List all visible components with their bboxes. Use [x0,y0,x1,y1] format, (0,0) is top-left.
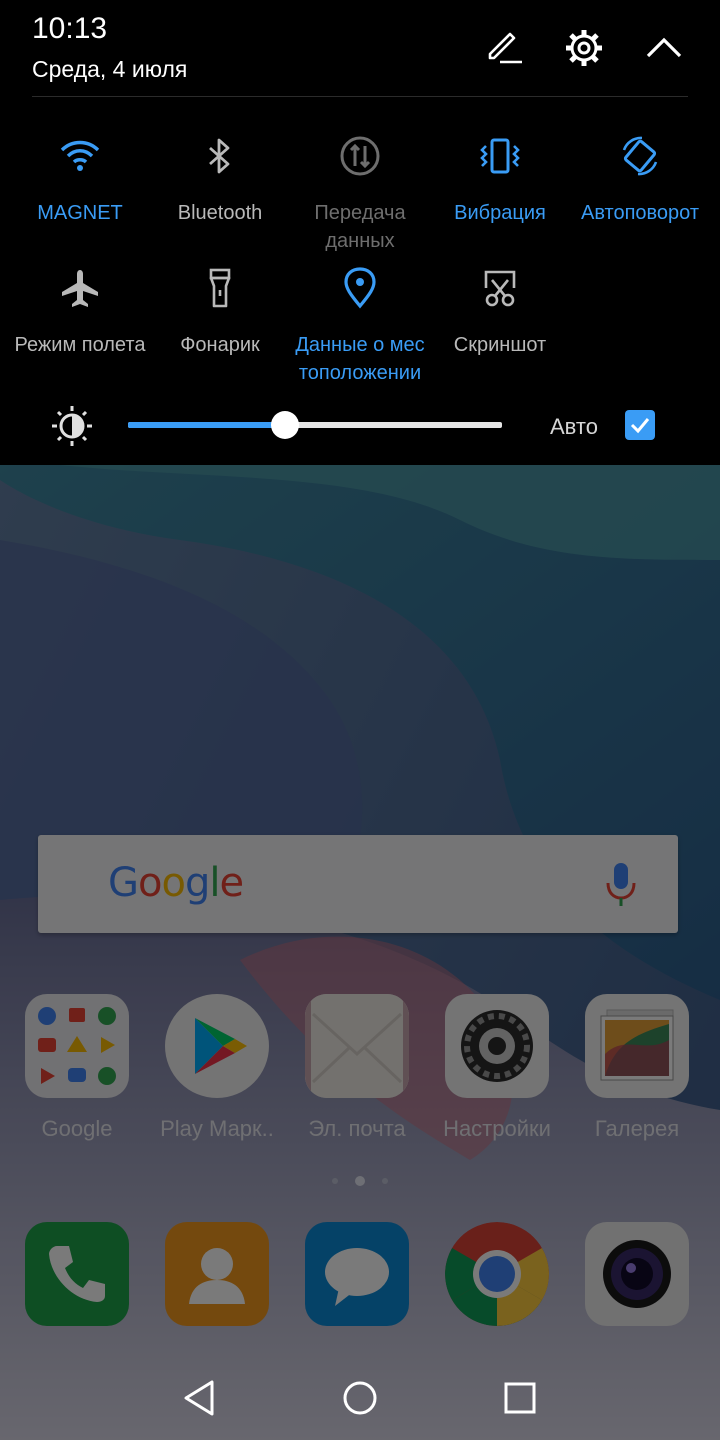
camera-icon [585,1222,689,1326]
chrome-icon [445,1222,549,1326]
navigation-bar [0,1358,720,1440]
messages-icon [305,1222,409,1326]
phone-icon [25,1222,129,1326]
tile-label: Фонарик [180,334,260,356]
airplane-icon [62,270,98,307]
quick-settings-panel: 10:13 Среда, 4 июля MAGNET Bluetooth Пер… [0,0,720,465]
tile-vibration[interactable]: Вибрация [430,134,570,227]
app-label: Эл. почта [308,1116,406,1141]
gallery-icon [585,994,689,1098]
page-indicator [330,1176,390,1186]
clock: 10:13 [32,12,108,45]
dock-contacts[interactable] [147,1222,287,1326]
dock-chrome[interactable] [427,1222,567,1326]
brightness-icon [52,406,92,446]
app-label: Google [41,1116,113,1141]
app-label: Play Марк.. [160,1116,274,1141]
flashlight-icon [209,268,231,308]
home-icon[interactable] [340,1378,380,1418]
tile-airplane[interactable]: Режим полета [10,266,150,359]
header-divider [32,96,688,97]
tile-location[interactable]: Данные о мес тоположении [290,266,430,387]
page-dot-active [355,1176,365,1186]
settings-icon[interactable] [564,28,604,68]
auto-rotate-icon [622,136,658,176]
location-icon [344,267,376,309]
dock-messages[interactable] [287,1222,427,1326]
vibration-icon [480,138,520,174]
app-gallery[interactable]: Галерея [567,994,707,1142]
wifi-icon [60,140,100,171]
google-logo: Google [108,860,244,906]
tile-label: Данные о мес тоположении [295,334,425,384]
brightness-slider[interactable] [128,411,502,439]
tile-label: MAGNET [37,202,123,224]
settings-app-icon [445,994,549,1098]
check-icon [630,418,650,434]
tile-flashlight[interactable]: Фонарик [150,266,290,359]
tile-label: Вибрация [454,202,546,224]
tile-label: Автоповорот [580,202,700,224]
google-folder-icon [25,994,129,1098]
mobile-data-icon [340,136,380,176]
date: Среда, 4 июля [32,56,188,82]
app-label: Галерея [594,1116,680,1141]
tile-label: Передача данных [314,202,406,252]
dock-camera[interactable] [567,1222,707,1326]
tile-wifi[interactable]: MAGNET [10,134,150,227]
brightness-slider-fill [128,422,286,428]
dock-phone[interactable] [7,1222,147,1326]
app-play-store[interactable]: Play Марк.. [147,994,287,1142]
app-google-folder[interactable]: Google [7,994,147,1142]
mic-icon[interactable] [604,861,638,909]
collapse-icon[interactable] [644,28,684,68]
bluetooth-icon [209,138,230,174]
tile-label: Bluetooth [177,202,263,224]
email-icon [305,994,409,1098]
app-email[interactable]: Эл. почта [287,994,427,1142]
back-icon[interactable] [180,1378,220,1418]
app-label: Настройки [443,1116,551,1141]
tile-bluetooth[interactable]: Bluetooth [150,134,290,227]
tile-auto-rotate[interactable]: Автоповорот [570,134,710,227]
play-store-icon [165,994,269,1098]
google-search-bar[interactable]: Google [38,835,678,933]
auto-brightness-checkbox[interactable] [625,410,655,440]
page-dot [332,1178,338,1184]
screenshot-icon [484,270,516,307]
app-settings[interactable]: Настройки [427,994,567,1142]
tile-label: Режим полета [14,334,146,356]
brightness-slider-thumb[interactable] [271,411,300,439]
contacts-icon [165,1222,269,1326]
tile-screenshot[interactable]: Скриншот [430,266,570,359]
recents-icon[interactable] [500,1378,540,1418]
page-dot [382,1178,388,1184]
auto-brightness-label: Авто [550,414,598,439]
tile-label: Скриншот [453,334,547,356]
tile-mobile-data[interactable]: Передача данных [290,134,430,255]
edit-icon[interactable] [484,28,524,68]
